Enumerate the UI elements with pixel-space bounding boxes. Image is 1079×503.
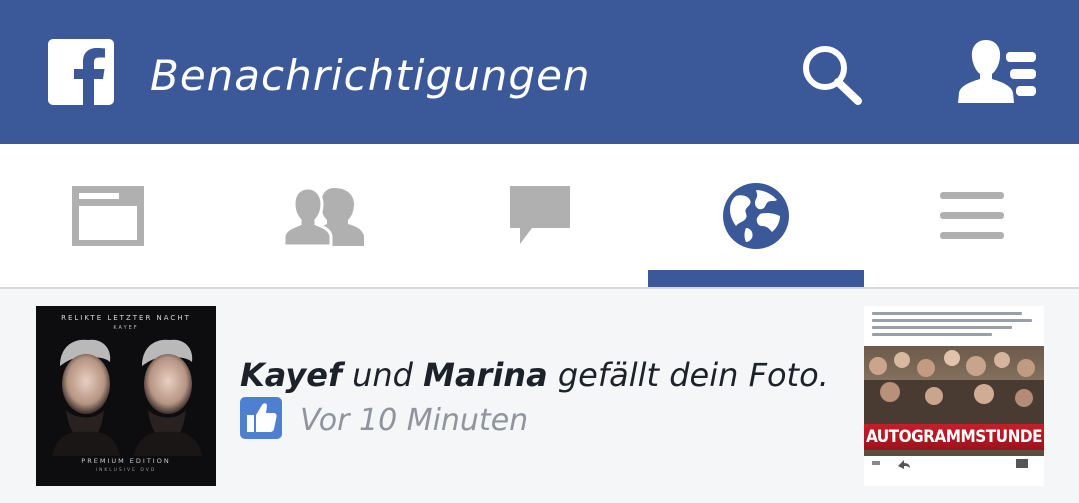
tab-messages[interactable] <box>432 144 648 287</box>
post-text-line <box>872 312 1022 315</box>
search-button[interactable] <box>800 43 864 105</box>
active-tab-indicator <box>648 270 864 287</box>
tab-friends[interactable] <box>216 144 432 287</box>
post-actions <box>864 454 1044 474</box>
album-artist: KAYEF <box>113 325 139 331</box>
menu-icon <box>940 192 1004 239</box>
post-text-line <box>872 333 992 336</box>
tab-bar <box>0 144 1079 289</box>
album-title: RELIKTE LETZTER NACHT <box>61 314 191 322</box>
like-badge <box>240 397 282 439</box>
post-text-line <box>872 326 1012 329</box>
post-banner: AUTOGRAMMSTUNDE <box>864 424 1044 450</box>
album-edition-sub: INKLUSIVE DVD <box>95 468 157 473</box>
crowd-image <box>864 350 1044 424</box>
chat-bubble-icon <box>510 186 570 244</box>
actor-avatar: RELIKTE LETZTER NACHT KAYEF PREMIUM EDIT… <box>36 306 216 486</box>
search-icon <box>803 46 862 105</box>
news-feed-icon <box>72 186 144 246</box>
post-text-line <box>872 319 1032 322</box>
tab-more[interactable] <box>864 144 1079 287</box>
notification-text: Kayef und Marina gefällt dein Foto. <box>240 353 829 397</box>
notification-item[interactable]: RELIKTE LETZTER NACHT KAYEF PREMIUM EDIT… <box>0 291 1079 503</box>
top-bar: Benachrichtigungen <box>0 0 1079 144</box>
actor-name[interactable]: Marina <box>423 356 548 394</box>
globe-icon <box>723 183 789 249</box>
notification-time: Vor 10 Minuten <box>300 403 529 438</box>
facebook-logo-icon[interactable] <box>48 39 114 105</box>
action-text: gefällt dein Foto. <box>557 356 829 394</box>
friends-icon <box>284 186 364 246</box>
tab-news-feed[interactable] <box>0 144 216 287</box>
album-edition: PREMIUM EDITION <box>81 457 171 465</box>
post-thumbnail[interactable]: AUTOGRAMMSTUNDE <box>864 306 1044 486</box>
like-thumb-icon <box>247 403 277 432</box>
tab-notifications[interactable] <box>648 144 864 287</box>
actor-name[interactable]: Kayef <box>240 356 342 394</box>
joiner-text: und <box>352 356 413 394</box>
post-action-icons <box>872 459 1028 469</box>
friend-requests-icon <box>958 40 1036 103</box>
page-title: Benachrichtigungen <box>150 51 591 100</box>
friend-requests-button[interactable] <box>958 38 1038 104</box>
album-cover-art <box>52 339 202 456</box>
